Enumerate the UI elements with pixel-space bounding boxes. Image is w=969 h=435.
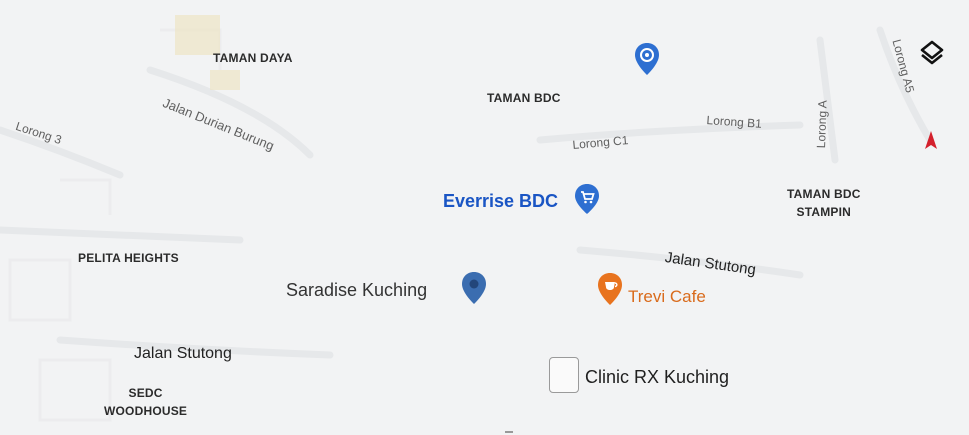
cafe-pin-icon[interactable]	[597, 272, 623, 306]
area-label-taman-bdc-stampin: TAMAN BDC STAMPIN	[787, 185, 861, 221]
blue-pin-icon[interactable]	[634, 42, 660, 76]
area-label-line-1: SEDC	[128, 386, 163, 400]
place-pin-icon[interactable]	[461, 271, 487, 305]
area-label-sedc-woodhouse: SEDC WOODHOUSE	[104, 384, 187, 420]
poi-label-clinic-rx-kuching[interactable]: Clinic RX Kuching	[585, 368, 729, 386]
road-label-lorong-a: Lorong A	[814, 99, 830, 149]
map-canvas[interactable]: TAMAN DAYA TAMAN BDC TAMAN BDC STAMPIN P…	[0, 0, 969, 435]
area-label-pelita-heights: PELITA HEIGHTS	[78, 251, 179, 265]
map-edge-marker	[505, 431, 513, 433]
compass-icon[interactable]	[924, 130, 938, 150]
road-label-lorong-b1: Lorong B1	[706, 113, 763, 131]
layers-icon[interactable]	[912, 32, 952, 72]
poi-label-trevi-cafe[interactable]: Trevi Cafe	[628, 288, 706, 305]
road-label-jalan-stutong-west: Jalan Stutong	[134, 345, 232, 362]
shopping-cart-pin-icon[interactable]	[574, 183, 600, 215]
area-label-line-2: WOODHOUSE	[104, 404, 188, 418]
area-label-taman-daya: TAMAN DAYA	[213, 51, 293, 65]
area-label-taman-bdc: TAMAN BDC	[487, 91, 561, 105]
poi-label-everrise-bdc[interactable]: Everrise BDC	[443, 192, 558, 210]
clinic-placeholder-icon[interactable]	[549, 357, 579, 393]
area-label-line-1: TAMAN BDC	[787, 187, 861, 201]
area-label-line-2: STAMPIN	[796, 205, 852, 219]
poi-label-saradise-kuching[interactable]: Saradise Kuching	[286, 281, 427, 299]
